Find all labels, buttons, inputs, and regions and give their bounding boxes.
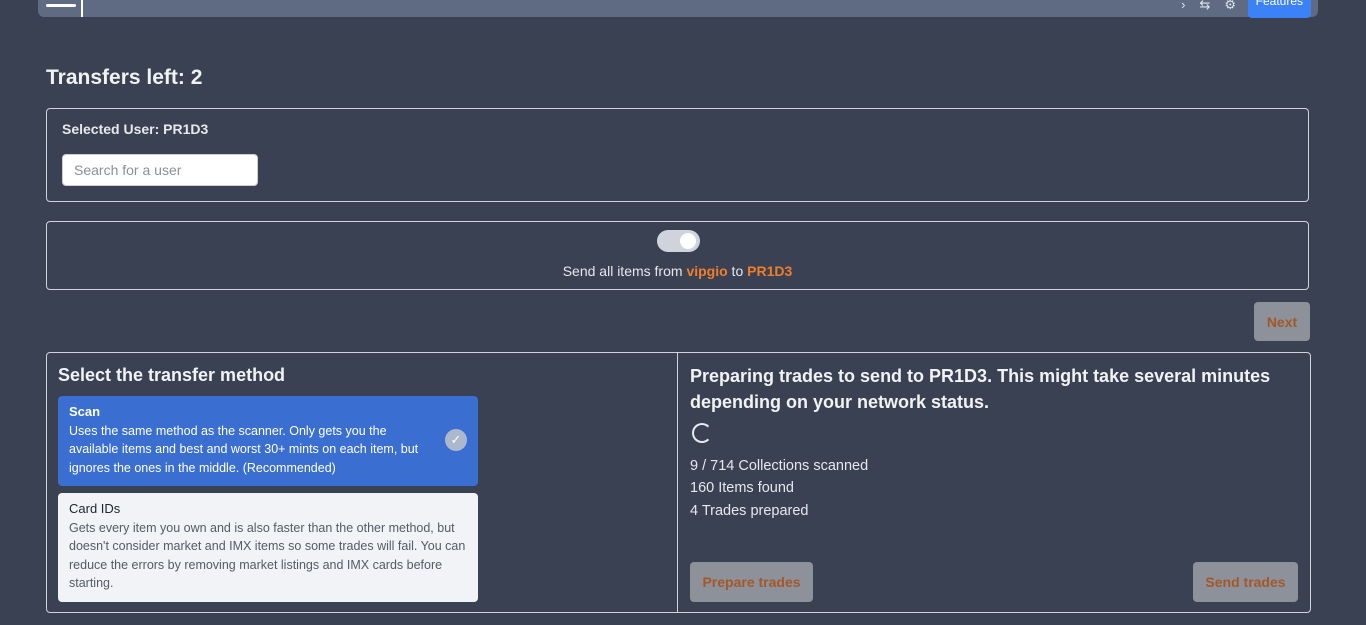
toggle-knob — [680, 233, 696, 249]
loading-spinner-icon — [692, 423, 712, 443]
send-trades-button[interactable]: Send trades — [1193, 562, 1298, 602]
user-search-input[interactable] — [62, 154, 258, 186]
transfer-arrows-icon[interactable]: ⇆ — [1199, 0, 1210, 13]
send-all-text: Send all items from vipgio to PR1D3 — [47, 263, 1308, 279]
panel-divider — [677, 353, 678, 612]
send-all-card: Send all items from vipgio to PR1D3 — [46, 221, 1309, 290]
option-title: Scan — [69, 404, 101, 419]
method-option-scan[interactable]: Scan Uses the same method as the scanner… — [58, 396, 478, 486]
items-found: 160 Items found — [690, 480, 794, 496]
next-button[interactable]: Next — [1254, 302, 1310, 341]
trades-prepared: 4 Trades prepared — [690, 503, 809, 519]
option-description: Uses the same method as the scanner. Onl… — [69, 423, 419, 475]
top-navbar: › ⇆ ⚙ Features — [38, 0, 1318, 18]
send-all-prefix: Send all items from — [562, 263, 687, 279]
to-user-name: PR1D3 — [747, 263, 793, 279]
option-description: Gets every item you own and is also fast… — [69, 520, 466, 591]
transfer-panel: Select the transfer method Scan Uses the… — [46, 352, 1311, 613]
page-title: Transfers left: 2 — [46, 66, 203, 89]
from-user-name: vipgio — [686, 263, 728, 279]
send-all-toggle[interactable] — [657, 230, 700, 252]
text-cursor — [81, 0, 83, 17]
features-button[interactable]: Features — [1247, 0, 1311, 18]
progress-title: Preparing trades to send to PR1D3. This … — [690, 366, 1271, 412]
method-option-card-ids[interactable]: Card IDs Gets every item you own and is … — [58, 493, 478, 602]
prepare-trades-button[interactable]: Prepare trades — [690, 562, 813, 602]
hamburger-menu-icon[interactable] — [46, 4, 76, 7]
method-title: Select the transfer method — [58, 365, 286, 385]
navbar-icons: › ⇆ ⚙ — [1181, 0, 1236, 13]
check-icon: ✓ — [445, 429, 467, 451]
user-select-card: Selected User: PR1D3 — [46, 108, 1309, 202]
selected-user-label: Selected User: PR1D3 — [62, 121, 209, 137]
send-all-middle: to — [727, 263, 748, 279]
option-title: Card IDs — [69, 501, 121, 516]
collections-scanned: 9 / 714 Collections scanned — [690, 458, 869, 474]
settings-icon[interactable]: ⚙ — [1224, 0, 1236, 13]
chevron-right-icon[interactable]: › — [1181, 0, 1185, 13]
